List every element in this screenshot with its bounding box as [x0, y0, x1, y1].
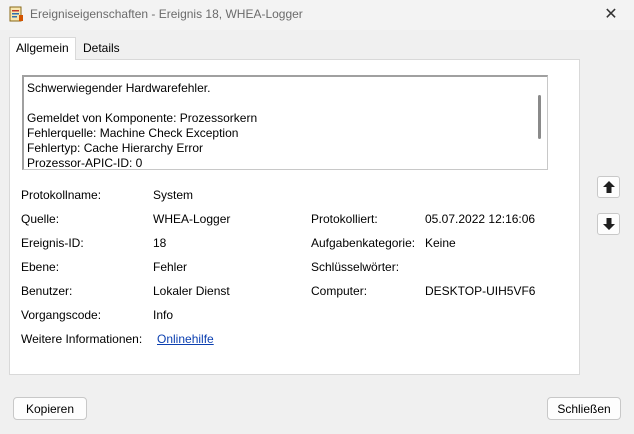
benutzer-label: Benutzer: — [21, 284, 73, 298]
quelle-value: WHEA-Logger — [153, 212, 231, 226]
description-line: Fehlerquelle: Machine Check Exception — [27, 126, 239, 140]
protokollname-label: Protokollname: — [21, 188, 102, 202]
close-window-button[interactable]: ✕ — [588, 0, 634, 28]
computer-value: DESKTOP-UIH5VF6 — [425, 284, 536, 298]
ebene-label: Ebene: — [21, 260, 60, 274]
ereignis-id-label: Ereignis-ID: — [21, 236, 84, 250]
weitere-informationen-label: Weitere Informationen: — [21, 332, 143, 346]
arrow-up-icon — [602, 181, 615, 193]
protokollname-value: System — [153, 188, 194, 202]
copy-button[interactable]: Kopieren — [13, 397, 87, 420]
description-line: Fehlertyp: Cache Hierarchy Error — [27, 141, 204, 155]
window-title: Ereigniseigenschaften - Ereignis 18, WHE… — [30, 7, 303, 21]
close-button[interactable]: Schließen — [547, 397, 621, 420]
tab-allgemein[interactable]: Allgemein — [9, 37, 76, 60]
ebene-value: Fehler — [153, 260, 188, 274]
general-panel: Schwerwiegender Hardwarefehler. Gemeldet… — [9, 59, 580, 375]
aufgabenkategorie-value: Keine — [425, 236, 456, 250]
vorgangscode-label: Vorgangscode: — [21, 308, 102, 322]
close-icon: ✕ — [604, 6, 618, 23]
onlinehilfe-link[interactable]: Onlinehilfe — [157, 332, 214, 346]
quelle-label: Quelle: — [21, 212, 60, 226]
event-description-box[interactable]: Schwerwiegender Hardwarefehler. Gemeldet… — [22, 75, 548, 170]
protokolliert-value: 05.07.2022 12:16:06 — [425, 212, 536, 226]
title-bar: Ereigniseigenschaften - Ereignis 18, WHE… — [0, 0, 634, 30]
next-event-button[interactable] — [597, 213, 620, 235]
arrow-down-icon — [602, 218, 615, 230]
computer-label: Computer: — [311, 284, 368, 298]
benutzer-value: Lokaler Dienst — [153, 284, 230, 298]
schluesselwoerter-label: Schlüsselwörter: — [311, 260, 400, 274]
vorgangscode-value: Info — [153, 308, 174, 322]
aufgabenkategorie-label: Aufgabenkategorie: — [311, 236, 416, 250]
description-line: Schwerwiegender Hardwarefehler. — [27, 81, 211, 95]
description-scrollbar[interactable] — [538, 95, 541, 139]
description-line: Prozessor-APIC-ID: 0 — [27, 156, 143, 170]
ereignis-id-value: 18 — [153, 236, 167, 250]
description-line: Gemeldet von Komponente: Prozessorkern — [27, 111, 258, 125]
previous-event-button[interactable] — [597, 176, 620, 198]
event-viewer-icon — [9, 6, 23, 22]
tab-details[interactable]: Details — [77, 39, 126, 59]
protokolliert-label: Protokolliert: — [311, 212, 378, 226]
